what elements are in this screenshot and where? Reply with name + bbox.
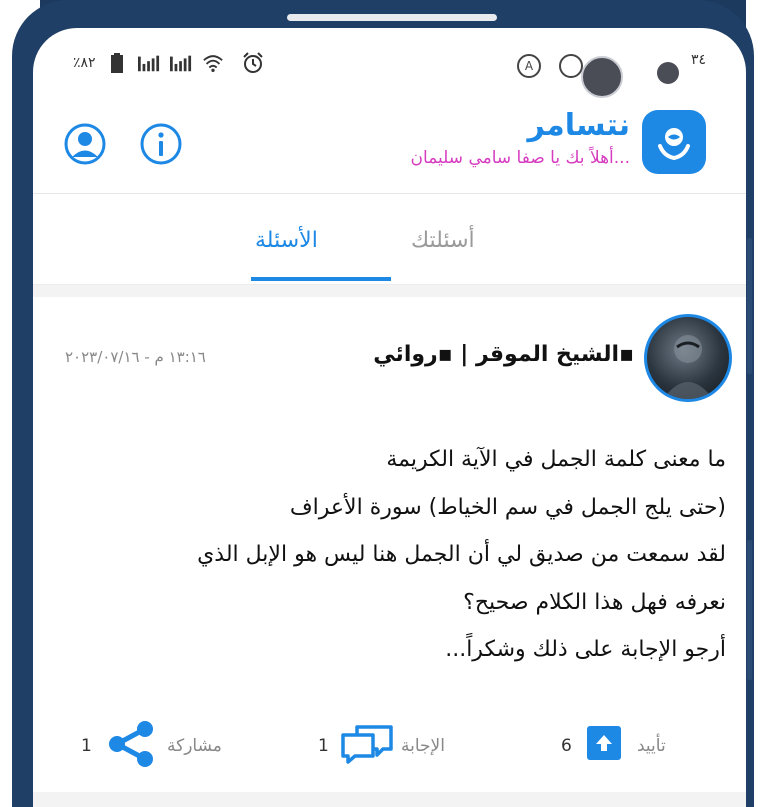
wifi-icon	[202, 52, 224, 74]
tab-questions[interactable]: الأسئلة	[255, 228, 318, 253]
question-line: أرجو الإجابة على ذلك وشكراً...	[445, 637, 726, 662]
tab-my-questions[interactable]: أسئلتك	[411, 228, 475, 253]
user-button[interactable]	[63, 122, 107, 166]
share-label: مشاركة	[167, 736, 222, 756]
upvote-label: تأييد	[637, 736, 666, 756]
side-button-volume	[747, 238, 752, 374]
answer-button[interactable]	[339, 724, 395, 768]
status-left: ٪٨٢	[73, 52, 264, 74]
alarm-icon	[242, 52, 264, 74]
signal-icon	[169, 52, 192, 74]
notch-bar	[287, 14, 497, 21]
device-frame: ٪٨٢ A ٣٤ نتسامر أهلاً بك يا صفا سامي سلي…	[0, 0, 768, 807]
question-line: نعرفه فهل هذا الكلام صحيح؟	[463, 589, 726, 615]
welcome-subtitle: أهلاً بك يا صفا سامي سليمان...	[410, 148, 630, 168]
app-header: نتسامر أهلاً بك يا صفا سامي سليمان...	[33, 98, 746, 194]
brain-hands-icon	[642, 110, 706, 174]
app-title: نتسامر	[527, 108, 630, 143]
battery-icon	[106, 52, 128, 74]
question-line: لقد سمعت من صديق لي أن الجمل هنا ليس هو …	[197, 542, 726, 567]
chat-bubbles-icon	[341, 725, 393, 764]
tab-bar: الأسئلة أسئلتك	[33, 194, 746, 285]
clock: ٣٤	[690, 52, 706, 68]
user-icon	[64, 123, 106, 165]
post-timestamp: ١٣:١٦ م - ٢٠٢٣/٠٧/١٦	[65, 348, 206, 366]
upvote-count: 6	[561, 736, 572, 756]
status-bar: ٪٨٢ A ٣٤	[33, 28, 746, 98]
arrow-up-icon	[596, 735, 612, 751]
question-card[interactable]: الشيخ الموقر | ▪روائي▪ ١٣:١٦ م - ٢٠٢٣/٠٧…	[33, 298, 746, 807]
section-divider	[33, 792, 746, 807]
avatar[interactable]	[644, 314, 732, 402]
signal-icon	[137, 52, 160, 74]
author-name[interactable]: الشيخ الموقر | ▪روائي▪	[373, 342, 634, 367]
upvote-button[interactable]	[587, 726, 621, 760]
info-button[interactable]	[139, 122, 183, 166]
data-saver-icon	[559, 54, 583, 78]
question-text: ما معنى كلمة الجمل في الآية الكريمة (حتى…	[46, 436, 726, 674]
section-divider	[33, 285, 746, 297]
a-icon: A	[517, 54, 541, 78]
active-tab-indicator	[251, 277, 391, 281]
share-icon	[109, 721, 153, 767]
answer-count: 1	[318, 736, 329, 756]
front-sensor	[657, 62, 679, 84]
side-button-power	[747, 540, 752, 680]
answer-label: الإجابة	[401, 736, 445, 756]
phone-screen: ٪٨٢ A ٣٤ نتسامر أهلاً بك يا صفا سامي سلي…	[33, 28, 746, 807]
share-button[interactable]	[105, 720, 157, 772]
front-camera	[581, 56, 623, 98]
battery-percent: ٪٨٢	[73, 55, 96, 71]
post-actions: تأييد 6 الإجابة 1 مشاركة 1	[33, 718, 746, 778]
info-icon	[140, 123, 182, 165]
question-line: ما معنى كلمة الجمل في الآية الكريمة	[386, 447, 726, 472]
question-line: (حتى يلج الجمل في سم الخياط) سورة الأعرا…	[289, 494, 726, 520]
share-count: 1	[81, 736, 92, 756]
